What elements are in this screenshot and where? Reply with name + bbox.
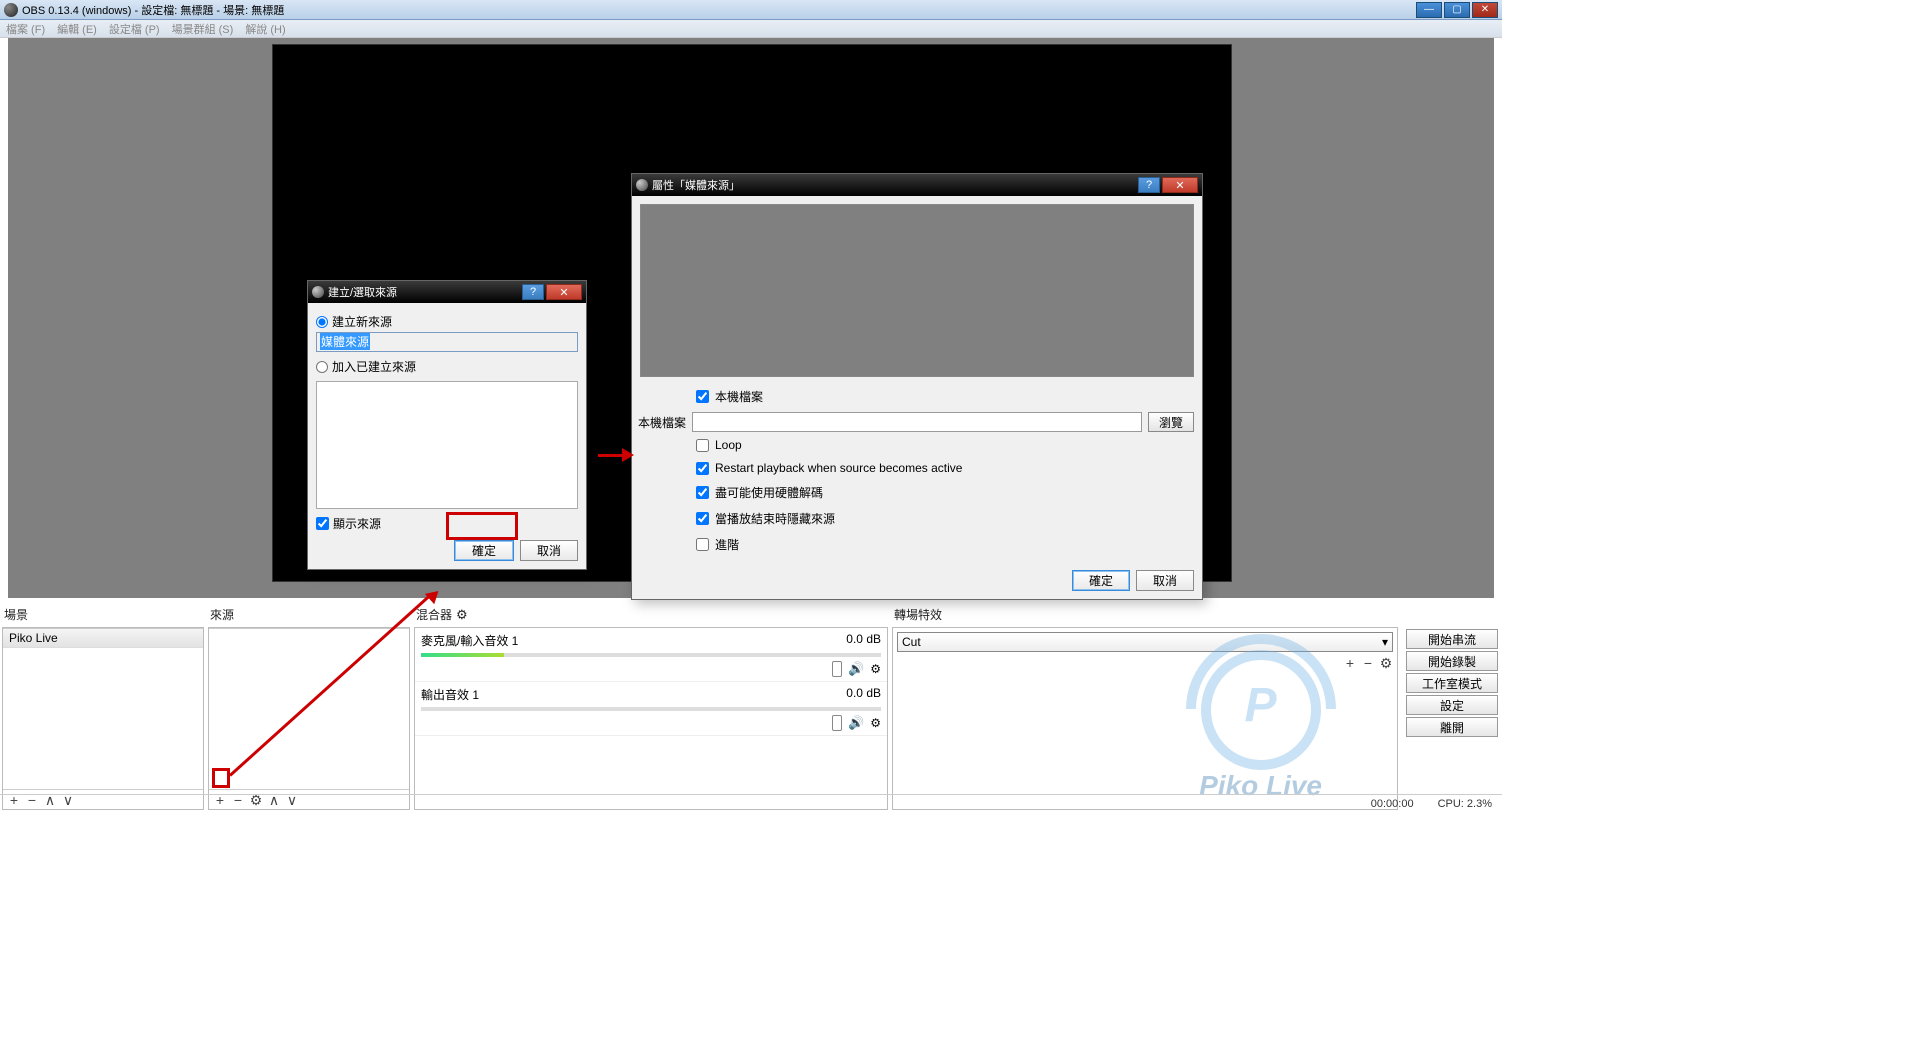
dialog2-titlebar[interactable]: 屬性「媒體來源」 ? ✕ xyxy=(632,174,1202,196)
transitions-header: 轉場特效 xyxy=(890,604,1502,625)
window-titlebar: OBS 0.13.4 (windows) - 設定檔: 無標題 - 場景: 無標… xyxy=(0,0,1502,20)
minimize-button[interactable]: — xyxy=(1416,2,1442,18)
checkbox-advanced[interactable]: 進階 xyxy=(696,536,1194,553)
dialog2-close-button[interactable]: ✕ xyxy=(1162,177,1198,193)
menu-file[interactable]: 檔案 (F) xyxy=(6,21,45,37)
menu-bar: 檔案 (F) 編輯 (E) 設定檔 (P) 場景群組 (S) 解說 (H) xyxy=(0,20,1502,38)
mixer-meter-2 xyxy=(421,707,881,711)
checkbox-show-source-input[interactable] xyxy=(316,517,329,530)
status-time: 00:00:00 xyxy=(1371,798,1414,810)
checkbox-show-source[interactable]: 顯示來源 xyxy=(316,515,578,532)
settings-button[interactable]: 設定 xyxy=(1406,695,1498,715)
mute-icon-2[interactable]: 🔊 xyxy=(848,715,864,731)
dialog1-titlebar[interactable]: 建立/選取來源 ? ✕ xyxy=(308,281,586,303)
studio-mode-button[interactable]: 工作室模式 xyxy=(1406,673,1498,693)
close-button[interactable]: ✕ xyxy=(1472,2,1498,18)
radio-add-existing[interactable]: 加入已建立來源 xyxy=(316,358,578,375)
start-stream-button[interactable]: 開始串流 xyxy=(1406,629,1498,649)
create-source-dialog: 建立/選取來源 ? ✕ 建立新來源 媒體來源 加入已建立來源 顯示來源 確定 取… xyxy=(307,280,587,570)
dialog1-cancel-button[interactable]: 取消 xyxy=(520,540,578,561)
dialog2-title: 屬性「媒體來源」 xyxy=(652,177,740,193)
transition-gear-icon[interactable]: ⚙ xyxy=(1379,656,1393,670)
dialog1-ok-button[interactable]: 確定 xyxy=(454,540,514,561)
scenes-header: 場景 xyxy=(0,604,206,625)
checkbox-loop[interactable]: Loop xyxy=(696,438,1194,452)
dialog1-close-button[interactable]: ✕ xyxy=(546,284,582,300)
mixer-row-1: 麥克風/輸入音效 10.0 dB 🔊 ⚙ xyxy=(415,628,887,682)
radio-add-existing-input[interactable] xyxy=(316,361,328,373)
local-file-input[interactable] xyxy=(692,412,1142,432)
properties-dialog: 屬性「媒體來源」 ? ✕ 本機檔案 本機檔案 瀏覽 Loop Restart p… xyxy=(631,173,1203,600)
exit-button[interactable]: 離開 xyxy=(1406,717,1498,737)
browse-button[interactable]: 瀏覽 xyxy=(1148,412,1194,432)
menu-profile[interactable]: 設定檔 (P) xyxy=(109,21,160,37)
dialog1-icon xyxy=(312,286,324,298)
menu-scenecollection[interactable]: 場景群組 (S) xyxy=(172,21,234,37)
radio-create-new[interactable]: 建立新來源 xyxy=(316,313,578,330)
existing-source-list[interactable] xyxy=(316,381,578,509)
dialog2-cancel-button[interactable]: 取消 xyxy=(1136,570,1194,591)
checkbox-local-file[interactable]: 本機檔案 xyxy=(696,388,1194,405)
mixer-slider-1[interactable] xyxy=(832,661,842,677)
dialog2-icon xyxy=(636,179,648,191)
maximize-button[interactable]: ▢ xyxy=(1444,2,1470,18)
menu-help[interactable]: 解說 (H) xyxy=(245,21,285,37)
dialog1-help-button[interactable]: ? xyxy=(522,284,544,300)
scenes-list[interactable]: Piko Live xyxy=(3,628,203,789)
checkbox-hide-end[interactable]: 當播放結束時隱藏來源 xyxy=(696,510,1194,527)
start-record-button[interactable]: 開始錄製 xyxy=(1406,651,1498,671)
status-cpu: CPU: 2.3% xyxy=(1438,798,1492,810)
source-preview xyxy=(640,204,1194,377)
annotation-arrow-1-line xyxy=(598,454,624,457)
mixer-row-2: 輸出音效 10.0 dB 🔊 ⚙ xyxy=(415,682,887,736)
checkbox-hwdecode[interactable]: 盡可能使用硬體解碼 xyxy=(696,484,1194,501)
local-file-label: 本機檔案 xyxy=(634,414,686,431)
annotation-arrow-1-head xyxy=(622,448,634,462)
chevron-down-icon: ▾ xyxy=(1382,635,1388,649)
dialog2-help-button[interactable]: ? xyxy=(1138,177,1160,193)
transition-select[interactable]: Cut ▾ xyxy=(897,632,1393,652)
watermark-logo: Piko Live xyxy=(1199,650,1322,802)
mixer-gear-1[interactable]: ⚙ xyxy=(870,662,881,676)
checkbox-restart[interactable]: Restart playback when source becomes act… xyxy=(696,461,1194,475)
sources-header: 來源 xyxy=(206,604,412,625)
app-icon xyxy=(4,3,18,17)
dialog2-ok-button[interactable]: 確定 xyxy=(1072,570,1130,591)
mixer-slider-2[interactable] xyxy=(832,715,842,731)
mixer-header: 混合器 ⚙ xyxy=(412,604,890,625)
mixer-gear-icon[interactable]: ⚙ xyxy=(456,607,468,623)
status-bar: 00:00:00 CPU: 2.3% xyxy=(0,794,1502,812)
controls-panel: 開始串流 開始錄製 工作室模式 設定 離開 xyxy=(1402,625,1502,812)
radio-create-new-input[interactable] xyxy=(316,316,328,328)
menu-edit[interactable]: 編輯 (E) xyxy=(57,21,97,37)
lower-dock: 場景 Piko Live + − ∧ ∨ 來源 + − ⚙ ∧ ∨ xyxy=(0,604,1502,812)
dialog1-title: 建立/選取來源 xyxy=(328,284,397,300)
remove-transition-icon[interactable]: − xyxy=(1361,656,1375,670)
source-name-input[interactable]: 媒體來源 xyxy=(316,332,578,352)
window-title: OBS 0.13.4 (windows) - 設定檔: 無標題 - 場景: 無標… xyxy=(22,2,284,18)
scene-item[interactable]: Piko Live xyxy=(3,629,203,648)
mixer-meter-1 xyxy=(421,653,881,657)
add-transition-icon[interactable]: + xyxy=(1343,656,1357,670)
mute-icon-1[interactable]: 🔊 xyxy=(848,661,864,677)
mixer-gear-2[interactable]: ⚙ xyxy=(870,716,881,730)
